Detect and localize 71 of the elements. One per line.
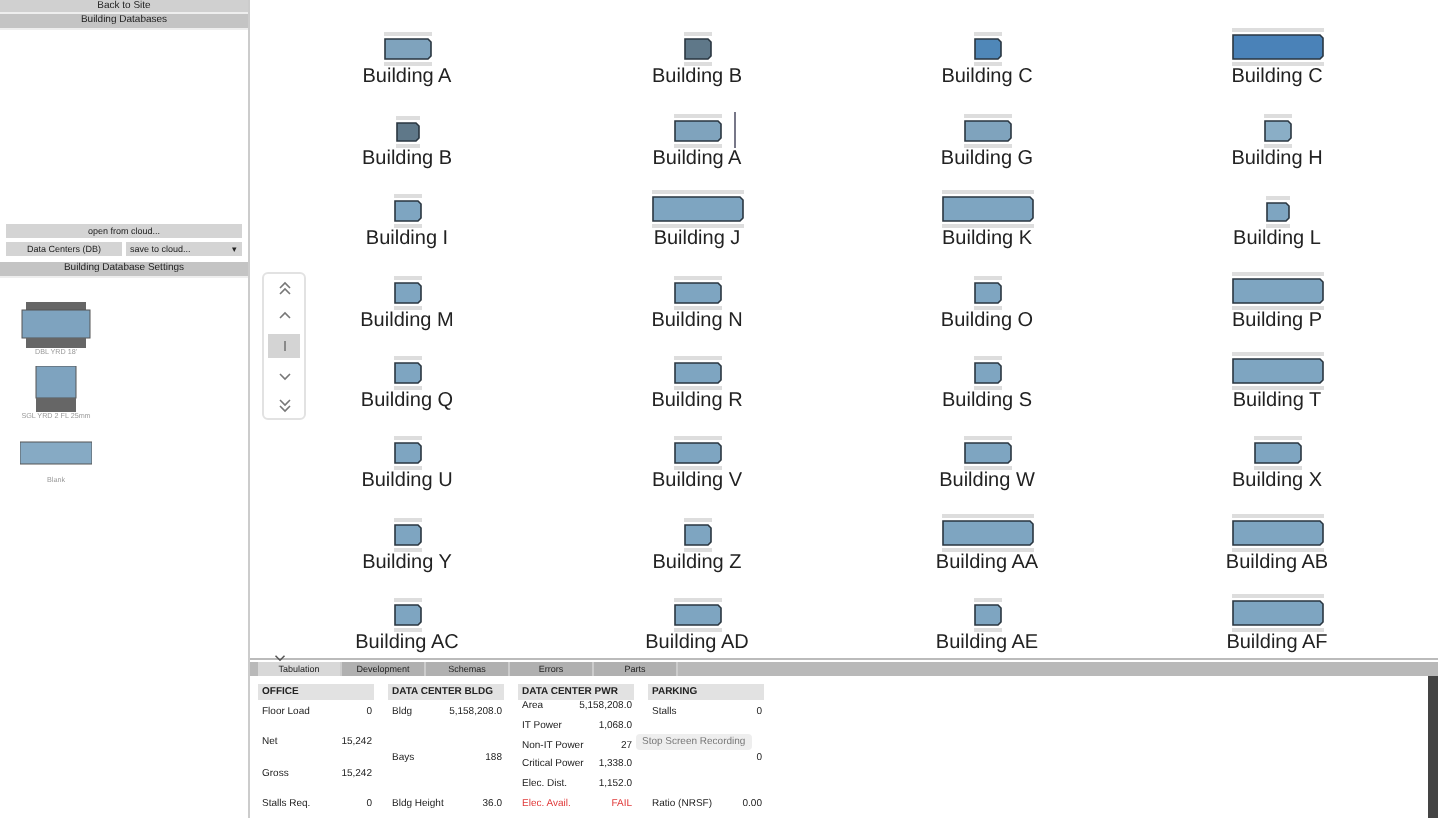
building-label: Building P [1231, 309, 1323, 332]
building-icon[interactable] [1229, 513, 1325, 552]
building-icon[interactable] [671, 355, 723, 390]
chevron-down-icon[interactable] [277, 367, 291, 385]
building-icon[interactable] [961, 113, 1013, 148]
building-icon[interactable] [391, 598, 423, 633]
building-label: Building M [360, 309, 454, 332]
building-label: Building AC [355, 632, 459, 655]
building-label: Building U [361, 470, 453, 493]
scrollbar[interactable] [1428, 676, 1438, 818]
building-icon[interactable] [939, 513, 1035, 552]
building-icon[interactable] [1229, 594, 1325, 633]
building-icon[interactable] [971, 275, 1003, 310]
building-icon[interactable] [391, 275, 423, 310]
building-label: Building K [941, 228, 1033, 251]
building-label: Building AD [645, 632, 749, 655]
building-icon[interactable] [393, 115, 421, 148]
building-thumbnail-icon[interactable] [20, 302, 92, 348]
building-icon[interactable] [971, 355, 1003, 390]
building-icon[interactable] [1261, 113, 1293, 148]
building-icon[interactable] [681, 517, 713, 552]
building-label: Building C [1231, 66, 1323, 89]
building-icon[interactable] [681, 32, 713, 67]
building-label: Building AB [1225, 551, 1329, 574]
building-label: Building A [362, 66, 452, 89]
building-icon[interactable] [649, 190, 745, 229]
building-label: Building X [1231, 470, 1323, 493]
building-icon[interactable] [391, 517, 423, 552]
resize-handle[interactable] [733, 111, 735, 148]
building-icon[interactable] [391, 436, 423, 471]
building-label: Building N [651, 309, 743, 332]
building-label: Building AA [935, 551, 1039, 574]
building-icon[interactable] [1229, 271, 1325, 310]
building-label: Building A [652, 147, 742, 170]
building-label: Building B [651, 66, 743, 89]
building-icon[interactable] [671, 113, 723, 148]
building-icon[interactable] [1229, 28, 1325, 67]
double-chevron-up-icon[interactable] [277, 279, 291, 297]
building-label: Building C [941, 66, 1033, 89]
building-label: Building L [1233, 228, 1321, 251]
building-icon[interactable] [391, 194, 423, 229]
building-icon[interactable] [1263, 196, 1291, 229]
building-label: Building I [365, 228, 449, 251]
building-icon[interactable] [971, 32, 1003, 67]
building-label: Building V [651, 470, 743, 493]
building-label: Building W [939, 470, 1035, 493]
building-icon[interactable] [961, 436, 1013, 471]
building-label: Building G [940, 147, 1034, 170]
building-label: Building H [1231, 147, 1323, 170]
building-label: Building AE [935, 632, 1039, 655]
building-icon[interactable] [671, 275, 723, 310]
building-label: Building R [651, 389, 743, 412]
building-label: Building Q [360, 389, 454, 412]
building-icon[interactable] [381, 32, 433, 67]
building-label: Building T [1232, 389, 1322, 412]
building-label: Building Z [652, 551, 742, 574]
double-chevron-down-icon[interactable] [277, 395, 291, 413]
building-icon[interactable] [1251, 436, 1303, 471]
building-icon[interactable] [671, 598, 723, 633]
building-icon[interactable] [971, 598, 1003, 633]
building-icon[interactable] [1229, 351, 1325, 390]
building-icon[interactable] [939, 190, 1035, 229]
building-label: Building Y [362, 551, 452, 574]
building-icon[interactable] [391, 355, 423, 390]
building-label: Building B [361, 147, 453, 170]
building-label: Building O [940, 309, 1034, 332]
building-label: Building S [941, 389, 1033, 412]
chevron-down-icon[interactable] [274, 654, 286, 662]
building-label: Building AF [1226, 632, 1328, 655]
building-label: Building J [653, 228, 741, 251]
building-icon[interactable] [671, 436, 723, 471]
